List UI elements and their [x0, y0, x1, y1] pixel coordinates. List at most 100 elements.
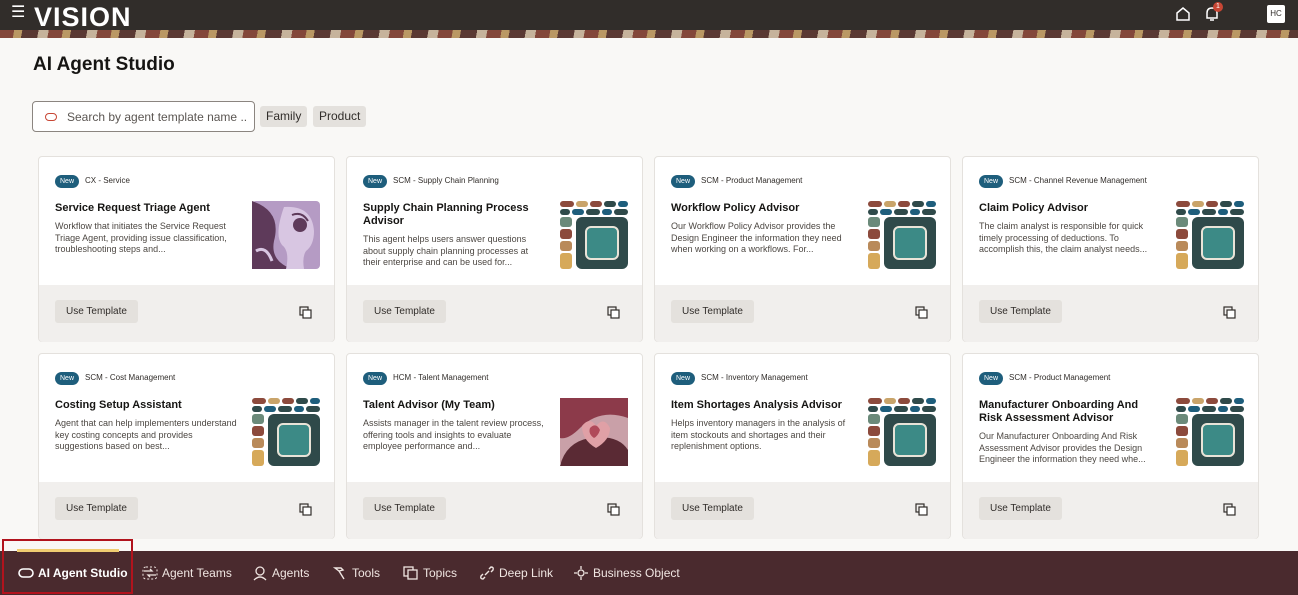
- new-badge: New: [979, 175, 1004, 188]
- new-badge: New: [55, 372, 80, 385]
- nav-tab-label: Agent Teams: [162, 566, 232, 580]
- home-icon[interactable]: [1174, 5, 1192, 23]
- card-footer: Use Template: [655, 482, 950, 539]
- template-card: New SCM - Cost Management Costing Setup …: [38, 353, 335, 539]
- tiles-illustration: [560, 201, 628, 269]
- copy-icon[interactable]: [299, 306, 312, 319]
- oval-icon: [18, 568, 34, 578]
- card-family: SCM - Cost Management: [85, 373, 176, 382]
- card-footer: Use Template: [963, 482, 1258, 539]
- new-badge: New: [55, 175, 80, 188]
- user-avatar[interactable]: HC: [1267, 5, 1285, 23]
- nav-tab-label: Business Object: [593, 566, 680, 580]
- template-card: New SCM - Product Management Workflow Po…: [654, 156, 951, 342]
- card-title[interactable]: Service Request Triage Agent: [55, 202, 240, 215]
- card-description: The claim analyst is responsible for qui…: [979, 221, 1148, 254]
- app-header: ☰ VISION 1 HC: [0, 0, 1298, 38]
- tiles-illustration: [1176, 201, 1244, 269]
- card-title[interactable]: Costing Setup Assistant: [55, 399, 240, 412]
- template-card: New SCM - Product Management Manufacture…: [962, 353, 1259, 539]
- link-icon: [480, 566, 494, 580]
- card-description: Workflow that initiates the Service Requ…: [55, 221, 227, 254]
- template-card: New SCM - Channel Revenue Management Cla…: [962, 156, 1259, 342]
- card-title[interactable]: Workflow Policy Advisor: [671, 202, 856, 215]
- new-badge: New: [671, 372, 696, 385]
- card-title[interactable]: Supply Chain Planning Process Advisor: [363, 202, 548, 228]
- app-logo[interactable]: VISION: [34, 2, 132, 32]
- card-description: Assists manager in the talent review pro…: [363, 418, 544, 451]
- card-family: HCM - Talent Management: [393, 373, 489, 382]
- family-filter-chip[interactable]: Family: [260, 106, 308, 127]
- new-badge: New: [363, 175, 388, 188]
- card-title[interactable]: Item Shortages Analysis Advisor: [671, 399, 856, 412]
- face-illustration: [252, 201, 320, 269]
- product-filter-chip[interactable]: Product: [313, 106, 367, 127]
- menu-icon[interactable]: ☰: [11, 5, 27, 21]
- new-badge: New: [671, 175, 696, 188]
- card-family: SCM - Product Management: [1009, 373, 1111, 382]
- use-template-button[interactable]: Use Template: [671, 300, 754, 323]
- use-template-button[interactable]: Use Template: [363, 497, 446, 520]
- card-description: Our Manufacturer Onboarding And Risk Ass…: [979, 431, 1146, 464]
- use-template-button[interactable]: Use Template: [979, 300, 1062, 323]
- card-description: Helps inventory managers in the analysis…: [671, 418, 846, 451]
- template-card: New SCM - Inventory Management Item Shor…: [654, 353, 951, 539]
- tiles-illustration: [252, 398, 320, 466]
- template-card: New CX - Service Service Request Triage …: [38, 156, 335, 342]
- search-icon: [45, 113, 57, 121]
- card-footer: Use Template: [39, 285, 334, 342]
- card-footer: Use Template: [39, 482, 334, 539]
- search-input[interactable]: [67, 108, 247, 126]
- tiles-illustration: [868, 201, 936, 269]
- new-badge: New: [979, 372, 1004, 385]
- card-family: CX - Service: [85, 176, 130, 185]
- use-template-button[interactable]: Use Template: [363, 300, 446, 323]
- card-footer: Use Template: [963, 285, 1258, 342]
- card-family: SCM - Supply Chain Planning: [393, 176, 499, 185]
- active-tab-indicator: [17, 549, 119, 552]
- nav-tab-label: Deep Link: [499, 566, 554, 580]
- copy-icon[interactable]: [607, 306, 620, 319]
- template-card: New HCM - Talent Management Talent Advis…: [346, 353, 643, 539]
- hammer-icon: [332, 567, 345, 580]
- new-badge: New: [363, 372, 388, 385]
- use-template-button[interactable]: Use Template: [55, 497, 138, 520]
- bottom-navigation: AI Agent Studio Agent Teams Agents Tools…: [0, 551, 1298, 595]
- card-title[interactable]: Talent Advisor (My Team): [363, 399, 548, 412]
- agent-icon: [253, 566, 267, 581]
- card-footer: Use Template: [655, 285, 950, 342]
- topics-icon: [403, 566, 418, 580]
- main-content: AI Agent Studio Family Product New CX - …: [0, 38, 1298, 551]
- tiles-illustration: [868, 398, 936, 466]
- copy-icon[interactable]: [607, 503, 620, 516]
- card-description: This agent helps users answer questions …: [363, 234, 529, 267]
- copy-icon[interactable]: [915, 503, 928, 516]
- use-template-button[interactable]: Use Template: [979, 497, 1062, 520]
- nav-tab-label: Agents: [272, 566, 310, 580]
- heart-illustration: [560, 398, 628, 466]
- header-pattern: [0, 30, 1298, 38]
- tiles-illustration: [1176, 398, 1244, 466]
- card-family: SCM - Product Management: [701, 176, 803, 185]
- card-title[interactable]: Claim Policy Advisor: [979, 202, 1164, 215]
- card-description: Our Workflow Policy Advisor provides the…: [671, 221, 842, 254]
- search-box[interactable]: [32, 101, 255, 132]
- business-object-icon: [574, 566, 588, 580]
- nav-tab-label: Tools: [352, 566, 381, 580]
- card-family: SCM - Inventory Management: [701, 373, 808, 382]
- nav-tab-label: Topics: [423, 566, 458, 580]
- copy-icon[interactable]: [915, 306, 928, 319]
- card-title[interactable]: Manufacturer Onboarding And Risk Assessm…: [979, 399, 1164, 425]
- page-title: AI Agent Studio: [33, 54, 175, 75]
- nav-tab-label: AI Agent Studio: [38, 566, 128, 580]
- copy-icon[interactable]: [299, 503, 312, 516]
- card-footer: Use Template: [347, 285, 642, 342]
- copy-icon[interactable]: [1223, 503, 1236, 516]
- use-template-button[interactable]: Use Template: [671, 497, 754, 520]
- card-description: Agent that can help implementers underst…: [55, 418, 237, 451]
- copy-icon[interactable]: [1223, 306, 1236, 319]
- card-footer: Use Template: [347, 482, 642, 539]
- template-card: New SCM - Supply Chain Planning Supply C…: [346, 156, 643, 342]
- team-flow-icon: [142, 566, 158, 580]
- use-template-button[interactable]: Use Template: [55, 300, 138, 323]
